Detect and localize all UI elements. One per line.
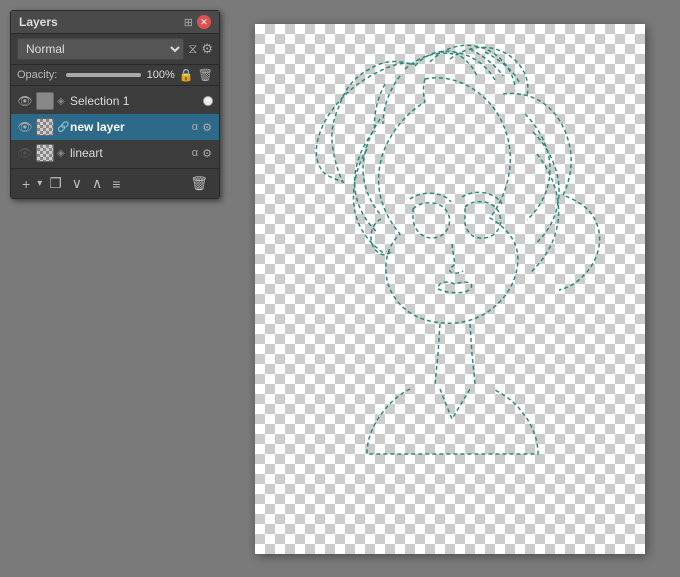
layer-properties-button[interactable]: ≡ (109, 174, 123, 194)
move-layer-up-button[interactable]: ∧ (89, 173, 105, 194)
add-layer-button[interactable]: + (19, 174, 33, 194)
layer-name: new layer (70, 120, 188, 134)
opacity-label: Opacity: (17, 69, 62, 81)
layer-name: lineart (70, 146, 188, 160)
panel-title: Layers (19, 15, 58, 29)
layer-thumbnail (36, 118, 54, 136)
layer-thumbnail (36, 144, 54, 162)
opacity-lock-icon[interactable]: 🔒 (179, 68, 194, 82)
panel-toolbar: + ▾ ❐ ∨ ∧ ≡ 🗑 (11, 168, 219, 198)
canvas-area (230, 10, 670, 567)
opacity-delete-icon[interactable]: 🗑 (198, 68, 213, 82)
settings-icon[interactable]: ⚙ (201, 41, 213, 57)
panel-header: Layers ⊞ ✕ (11, 11, 219, 34)
canvas-svg (255, 24, 645, 554)
layer-settings-icon[interactable]: ⚙ (201, 120, 213, 135)
layers-panel: Layers ⊞ ✕ Normal ⧖ ⚙ Opacity: 100% 🔒 🗑 … (10, 10, 220, 199)
move-layer-down-button[interactable]: ∨ (69, 173, 85, 194)
layer-chain-icon: ◈ (57, 148, 67, 159)
layer-visibility-icon[interactable]: 👁 (17, 119, 33, 135)
layers-list: 👁 ◈ Selection 1 👁 🔗 new layer α ⚙ 👁 ◈ li… (11, 86, 219, 168)
layer-actions: α ⚙ (191, 120, 213, 135)
add-layer-dropdown[interactable]: ▾ (37, 178, 42, 189)
layer-name: Selection 1 (70, 94, 200, 108)
panel-menu-icon[interactable]: ⊞ (184, 16, 193, 29)
opacity-row: Opacity: 100% 🔒 🗑 (11, 65, 219, 86)
layer-type-icon: ◈ (57, 96, 67, 107)
mode-row: Normal ⧖ ⚙ (11, 34, 219, 65)
opacity-value: 100% (145, 69, 175, 81)
layer-visibility-icon[interactable]: 👁 (17, 145, 33, 161)
layer-chain-icon: 🔗 (57, 122, 67, 133)
duplicate-layer-button[interactable]: ❐ (46, 173, 65, 194)
layer-item-newlayer[interactable]: 👁 🔗 new layer α ⚙ (11, 114, 219, 140)
layer-alpha-lock-icon[interactable]: α (191, 120, 199, 134)
blend-mode-select[interactable]: Normal (17, 38, 184, 60)
layer-thumbnail (36, 92, 54, 110)
layer-dot (203, 96, 213, 106)
panel-close-button[interactable]: ✕ (197, 15, 211, 29)
layer-item-selection1[interactable]: 👁 ◈ Selection 1 (11, 88, 219, 114)
layer-alpha-icon[interactable]: α (191, 146, 199, 160)
layer-visibility-icon[interactable]: 👁 (17, 93, 33, 109)
canvas-container (255, 24, 645, 554)
delete-layer-button[interactable]: 🗑 (187, 173, 211, 194)
layer-settings-icon[interactable]: ⚙ (201, 146, 213, 161)
panel-header-icons: ⊞ ✕ (184, 15, 211, 29)
toolbar-left-group: + ▾ ❐ ∨ ∧ ≡ (19, 173, 123, 194)
layer-actions: α ⚙ (191, 146, 213, 161)
opacity-slider[interactable] (66, 73, 141, 77)
layer-item-lineart[interactable]: 👁 ◈ lineart α ⚙ (11, 140, 219, 166)
filter-icon[interactable]: ⧖ (188, 41, 197, 57)
